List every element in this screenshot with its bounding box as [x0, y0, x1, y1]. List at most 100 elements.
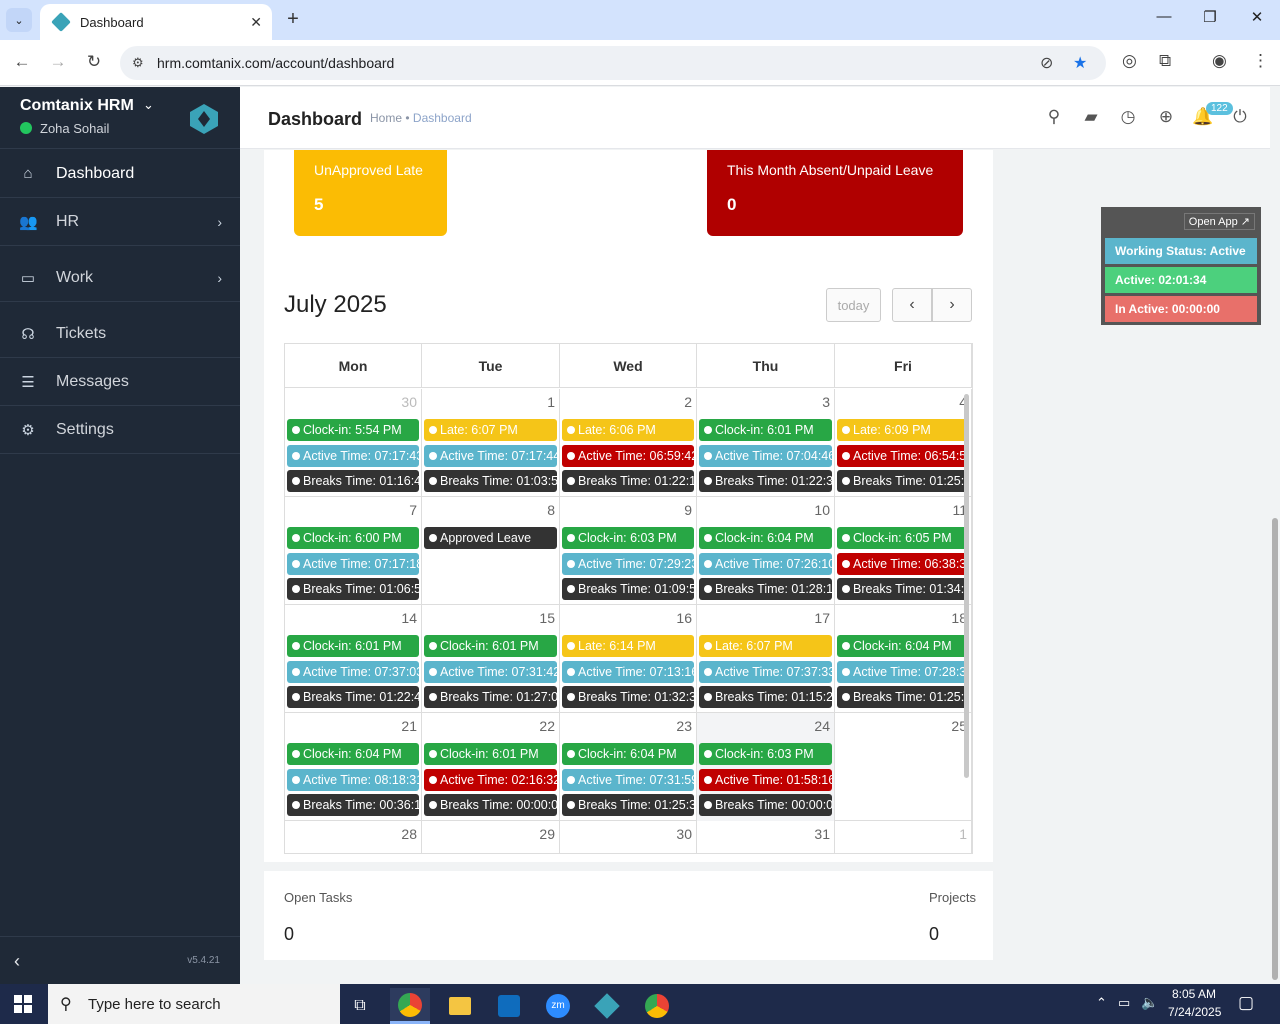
- day-number[interactable]: 31: [814, 826, 830, 842]
- calendar-event[interactable]: Approved Leave: [424, 527, 557, 549]
- day-number[interactable]: 2: [684, 394, 692, 410]
- calendar-day-cell[interactable]: 21 Clock-in: 6:04 PM Active Time: 08:18:31…: [285, 713, 422, 821]
- outlook-icon[interactable]: [489, 988, 529, 1024]
- day-number[interactable]: 21: [401, 718, 417, 734]
- calendar-event[interactable]: Active Time: 07:13:16: [562, 660, 694, 683]
- calendar-day-cell[interactable]: 23 Clock-in: 6:04 PM Active Time: 07:31:59…: [560, 713, 697, 821]
- calendar-event[interactable]: Clock-in: 6:04 PM: [837, 635, 969, 657]
- file-explorer-icon[interactable]: [440, 988, 480, 1024]
- calendar-day-cell[interactable]: 1 Late: 6:07 PM Active Time: 07:17:44 Break…: [422, 389, 560, 497]
- calendar-event[interactable]: Late: 6:09 PM: [837, 419, 969, 441]
- calendar-event[interactable]: Active Time: 07:37:33: [699, 660, 832, 683]
- calendar-event[interactable]: Clock-in: 6:05 PM: [837, 527, 969, 549]
- back-button[interactable]: ←: [11, 52, 33, 72]
- calendar-day-cell[interactable]: 18 Clock-in: 6:04 PM Active Time: 07:28:3 B…: [835, 605, 972, 713]
- calendar-event[interactable]: Active Time: 06:38:3: [837, 552, 969, 575]
- tray-expand-icon[interactable]: ⌃: [1096, 995, 1107, 1011]
- day-number[interactable]: 14: [401, 610, 417, 626]
- calendar-event[interactable]: Active Time: 06:59:42: [562, 444, 694, 467]
- calendar-event[interactable]: Breaks Time: 00:36:10: [287, 794, 419, 816]
- sidebar-item-dashboard[interactable]: ⌂ Dashboard: [0, 150, 240, 198]
- chevron-down-icon[interactable]: ⌄: [143, 97, 154, 113]
- sidebar-item-settings[interactable]: ⚙ Settings: [0, 406, 240, 454]
- calendar-day-cell[interactable]: 22 Clock-in: 6:01 PM Active Time: 02:16:32…: [422, 713, 560, 821]
- sidebar-item-tickets[interactable]: ☊ Tickets: [0, 310, 240, 358]
- today-button[interactable]: today: [826, 288, 881, 322]
- calendar-day-cell[interactable]: 28: [285, 821, 422, 853]
- calendar-event[interactable]: Clock-in: 6:04 PM: [562, 743, 694, 765]
- forward-button[interactable]: →: [47, 52, 69, 72]
- new-tab-button[interactable]: +: [282, 8, 304, 31]
- sidebar-item-messages[interactable]: ☰ Messages: [0, 358, 240, 406]
- site-info-icon[interactable]: ⚙: [132, 55, 144, 71]
- breadcrumb-home[interactable]: Home: [370, 111, 402, 125]
- windows-start-icon[interactable]: [14, 995, 32, 1013]
- day-number[interactable]: 17: [814, 610, 830, 626]
- calendar-day-cell[interactable]: 3 Clock-in: 6:01 PM Active Time: 07:04:46 B…: [697, 389, 835, 497]
- calendar-event[interactable]: Breaks Time: 01:22:39: [699, 470, 832, 492]
- calendar-event[interactable]: Active Time: 07:26:10: [699, 552, 832, 575]
- close-tab-icon[interactable]: ✕: [250, 14, 262, 31]
- sticky-note-icon[interactable]: ▰: [1080, 107, 1102, 127]
- sidebar-item-work[interactable]: ▭ Work ›: [0, 254, 240, 302]
- calendar-day-cell[interactable]: 15 Clock-in: 6:01 PM Active Time: 07:31:42…: [422, 605, 560, 713]
- brand-name[interactable]: Comtanix HRM: [20, 97, 134, 115]
- calendar-event[interactable]: Breaks Time: 01:15:27: [699, 686, 832, 708]
- reload-button[interactable]: ↻: [83, 52, 105, 72]
- day-number[interactable]: 15: [539, 610, 555, 626]
- calendar-event[interactable]: Breaks Time: 01:22:48: [287, 686, 419, 708]
- calendar-event[interactable]: Clock-in: 6:03 PM: [699, 743, 832, 765]
- open-app-button[interactable]: Open App ↗: [1183, 213, 1255, 230]
- calendar-event[interactable]: Clock-in: 6:00 PM: [287, 527, 419, 549]
- calendar-event[interactable]: Breaks Time: 01:22:14: [562, 470, 694, 492]
- network-icon[interactable]: ▭: [1118, 995, 1130, 1011]
- calendar-event[interactable]: Breaks Time: 01:32:31: [562, 686, 694, 708]
- calendar-day-cell[interactable]: 9 Clock-in: 6:03 PM Active Time: 07:29:23 B…: [560, 497, 697, 605]
- day-number[interactable]: 7: [409, 502, 417, 518]
- chrome-app-icon-2[interactable]: [637, 988, 677, 1024]
- calendar-day-cell[interactable]: 1: [835, 821, 972, 853]
- day-number[interactable]: 16: [676, 610, 692, 626]
- day-number[interactable]: 23: [676, 718, 692, 734]
- calendar-event[interactable]: Clock-in: 6:01 PM: [424, 743, 557, 765]
- day-number[interactable]: 29: [539, 826, 555, 842]
- calendar-day-cell[interactable]: 11 Clock-in: 6:05 PM Active Time: 06:38:3 B…: [835, 497, 972, 605]
- day-number[interactable]: 24: [814, 718, 830, 734]
- day-number[interactable]: 8: [547, 502, 555, 518]
- add-circle-icon[interactable]: ⊕: [1155, 107, 1177, 127]
- calendar-day-cell[interactable]: 30 Clock-in: 5:54 PM Active Time: 07:17:43…: [285, 389, 422, 497]
- prev-month-button[interactable]: ‹: [892, 288, 932, 322]
- calendar-event[interactable]: Breaks Time: 01:16:44: [287, 470, 419, 492]
- calendar-day-cell[interactable]: 7 Clock-in: 6:00 PM Active Time: 07:17:18 B…: [285, 497, 422, 605]
- calendar-day-cell[interactable]: 17 Late: 6:07 PM Active Time: 07:37:33 Brea…: [697, 605, 835, 713]
- calendar-day-cell[interactable]: 24 Clock-in: 6:03 PM Active Time: 01:58:16…: [697, 713, 835, 821]
- search-icon[interactable]: ⚲: [1043, 107, 1065, 127]
- calendar-event[interactable]: Active Time: 07:31:59: [562, 768, 694, 791]
- day-number[interactable]: 10: [814, 502, 830, 518]
- calendar-event[interactable]: Active Time: 01:58:16: [699, 768, 832, 791]
- calendar-day-cell[interactable]: 31: [697, 821, 835, 853]
- browser-tab[interactable]: Dashboard ✕: [40, 4, 272, 40]
- close-window-button[interactable]: ✕: [1242, 8, 1272, 26]
- translate-icon[interactable]: ◎: [1122, 51, 1137, 71]
- day-number[interactable]: 30: [401, 394, 417, 410]
- extensions-icon[interactable]: ⧉: [1159, 51, 1171, 71]
- calendar-day-cell[interactable]: 29: [422, 821, 560, 853]
- calendar-event[interactable]: Active Time: 07:17:18: [287, 552, 419, 575]
- calendar-event[interactable]: Breaks Time: 00:00:00: [699, 794, 832, 816]
- calendar-event[interactable]: Breaks Time: 00:00:00: [424, 794, 557, 816]
- calendar-event[interactable]: Clock-in: 6:01 PM: [424, 635, 557, 657]
- task-view-icon[interactable]: ⧉: [340, 988, 380, 1024]
- calendar-event[interactable]: Breaks Time: 01:34:3: [837, 578, 969, 600]
- calendar-day-cell[interactable]: 4Late: 6:09 PMActive Time: 06:54:5Breaks…: [835, 389, 972, 497]
- chrome-app-icon[interactable]: [390, 988, 430, 1024]
- taskbar-search[interactable]: ⚲ Type here to search: [48, 984, 340, 1024]
- collapse-sidebar-icon[interactable]: ‹: [14, 951, 20, 972]
- power-icon[interactable]: ⏻: [1229, 107, 1251, 127]
- calendar-event[interactable]: Late: 6:06 PM: [562, 419, 694, 441]
- day-number[interactable]: 28: [401, 826, 417, 842]
- restore-window-button[interactable]: ❐: [1195, 8, 1225, 26]
- day-number[interactable]: 1: [547, 394, 555, 410]
- absent-leave-card[interactable]: This Month Absent/Unpaid Leave 0: [707, 150, 963, 236]
- calendar-event[interactable]: Breaks Time: 01:03:59: [424, 470, 557, 492]
